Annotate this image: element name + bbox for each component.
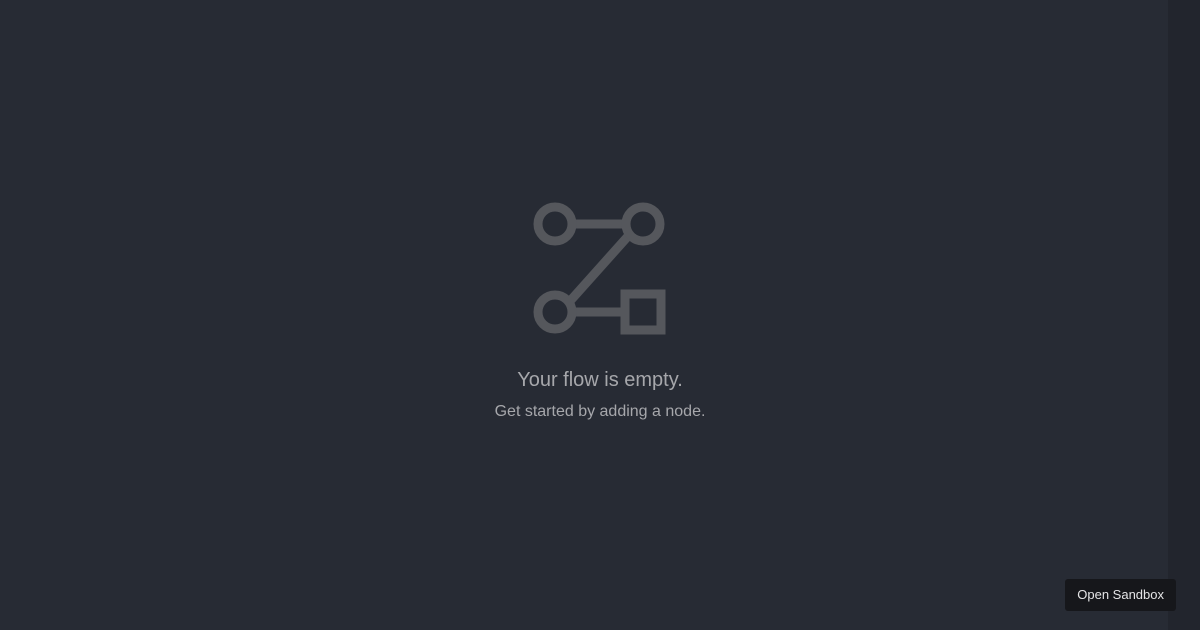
- flow-diagram-icon: [533, 202, 666, 335]
- empty-state: Your flow is empty. Get started by addin…: [0, 200, 1200, 422]
- empty-title: Your flow is empty.: [517, 369, 683, 391]
- empty-subtitle: Get started by adding a node.: [494, 403, 706, 420]
- open-sandbox-button[interactable]: Open Sandbox: [1065, 579, 1176, 611]
